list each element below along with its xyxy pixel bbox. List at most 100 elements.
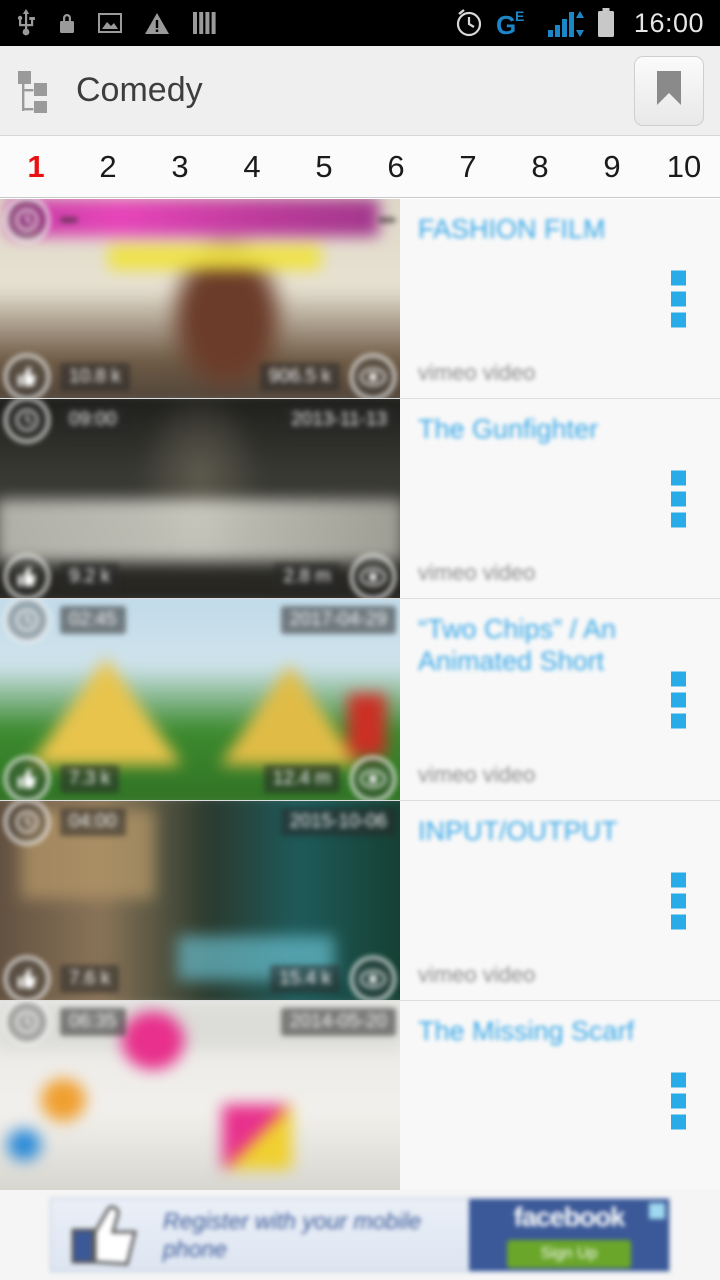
video-info[interactable]: “Two Chips” / An Animated Short vimeo vi… <box>400 599 720 800</box>
alarm-clock-icon <box>454 8 484 38</box>
video-date: 2015-10-06 <box>280 808 396 836</box>
page-button-3[interactable]: 3 <box>144 149 216 185</box>
action-bar: Comedy <box>0 46 720 136</box>
eye-icon <box>350 354 396 398</box>
list-item[interactable]: 02:45 2017-04-29 7.3 k 12.4 m “Two Chips… <box>0 599 720 801</box>
bookmark-button[interactable] <box>634 55 704 126</box>
video-thumbnail[interactable]: 04:00 2015-10-06 7.6 k 15.4 k <box>0 801 400 1000</box>
ad-content[interactable]: Register with your mobile phone <box>51 1199 469 1271</box>
page-button-6[interactable]: 6 <box>360 149 432 185</box>
thumbnail-top-overlay: 02:45 2017-04-29 <box>0 599 400 643</box>
video-list[interactable]: 10.8 k 906.5 k FASHION FILM vimeo video <box>0 199 720 1201</box>
thumbnail-bottom-overlay: 9.2 k 2.8 m <box>0 554 400 598</box>
page-title: Comedy <box>76 71 203 109</box>
facebook-ad[interactable]: Register with your mobile phone facebook… <box>50 1198 670 1272</box>
video-duration: 09:00 <box>60 406 126 434</box>
status-bar-clock: 16:00 <box>633 7 704 38</box>
signal-bars-icon <box>547 8 584 38</box>
list-item[interactable]: 06:35 2014-05-20 The Missing Scarf <box>0 1001 720 1201</box>
svg-text:E: E <box>515 8 524 24</box>
facebook-logo: facebook <box>513 1202 626 1232</box>
eye-icon <box>350 756 396 800</box>
video-source: vimeo video <box>418 762 536 787</box>
page-button-8[interactable]: 8 <box>504 149 576 185</box>
video-thumbnail[interactable]: 09:00 2013-11-13 9.2 k 2.8 m <box>0 399 400 598</box>
status-bar: G E 16:00 <box>0 0 720 46</box>
page-button-5[interactable]: 5 <box>288 149 360 185</box>
status-bar-right-icons: G E 16:00 <box>454 8 704 39</box>
thumbnail-bottom-overlay: 7.3 k 12.4 m <box>0 756 400 800</box>
thumbnail-bottom-overlay: 10.8 k 906.5 k <box>0 354 400 398</box>
thumbnail-bottom-overlay: 7.6 k 15.4 k <box>0 956 400 1000</box>
list-item[interactable]: 04:00 2015-10-06 7.6 k 15.4 k INPUT/OUTP… <box>0 801 720 1001</box>
video-title[interactable]: FASHION FILM <box>418 213 664 245</box>
thumbnail-top-overlay <box>0 199 400 243</box>
app-root: G E 16:00 Comedy 1 2 3 4 5 6 7 8 9 10 10… <box>0 0 720 1280</box>
video-likes: 7.3 k <box>60 765 120 793</box>
video-title[interactable]: The Gunfighter <box>418 413 664 445</box>
video-info[interactable]: The Gunfighter vimeo video <box>400 399 720 598</box>
thumbs-up-icon <box>4 354 50 398</box>
usb-icon <box>16 9 36 37</box>
overflow-menu-icon[interactable] <box>671 872 686 929</box>
list-item[interactable]: 09:00 2013-11-13 9.2 k 2.8 m The Gunfigh… <box>0 399 720 599</box>
video-title[interactable]: INPUT/OUTPUT <box>418 815 664 847</box>
video-duration: 06:35 <box>60 1008 126 1036</box>
clock-icon <box>4 199 50 243</box>
page-button-1[interactable]: 1 <box>0 149 72 185</box>
ad-close-icon[interactable] <box>649 1203 665 1219</box>
edge-network-icon: G E <box>496 8 536 38</box>
status-bar-left-icons <box>16 9 218 37</box>
thumbs-up-icon <box>4 756 50 800</box>
video-source: vimeo video <box>418 962 536 987</box>
ad-banner[interactable]: Register with your mobile phone facebook… <box>0 1190 720 1280</box>
video-title[interactable]: “Two Chips” / An Animated Short <box>418 613 664 677</box>
page-button-7[interactable]: 7 <box>432 149 504 185</box>
page-button-10[interactable]: 10 <box>648 149 720 185</box>
video-likes: 9.2 k <box>60 563 120 591</box>
clock-icon <box>4 599 50 643</box>
overflow-menu-icon[interactable] <box>671 470 686 527</box>
thumbnail-top-overlay: 09:00 2013-11-13 <box>0 399 400 443</box>
overflow-menu-icon[interactable] <box>671 270 686 327</box>
video-views: 15.4 k <box>270 965 340 993</box>
video-date: 2013-11-13 <box>282 406 396 434</box>
ad-headline: Register with your mobile phone <box>163 1208 422 1262</box>
video-views: 2.8 m <box>274 563 340 591</box>
page-button-9[interactable]: 9 <box>576 149 648 185</box>
video-title[interactable]: The Missing Scarf <box>418 1015 664 1047</box>
eye-icon <box>350 554 396 598</box>
clock-icon <box>4 801 50 845</box>
ad-cta[interactable]: facebook Sign Up <box>469 1199 669 1271</box>
signup-button[interactable]: Sign Up <box>506 1240 632 1268</box>
overflow-menu-icon[interactable] <box>671 671 686 728</box>
hierarchy-tree-icon <box>16 69 58 114</box>
thumbs-up-icon <box>69 1204 143 1266</box>
video-date: 2017-04-29 <box>280 606 396 634</box>
lock-icon <box>58 11 76 35</box>
video-info[interactable]: The Missing Scarf <box>400 1001 720 1200</box>
video-thumbnail[interactable]: 06:35 2014-05-20 <box>0 1001 400 1200</box>
thumbs-up-icon <box>4 956 50 1000</box>
bookmark-icon <box>654 69 684 112</box>
video-thumbnail[interactable]: 02:45 2017-04-29 7.3 k 12.4 m <box>0 599 400 800</box>
thumbnail-top-overlay: 04:00 2015-10-06 <box>0 801 400 845</box>
video-thumbnail[interactable]: 10.8 k 906.5 k <box>0 199 400 398</box>
list-item[interactable]: 10.8 k 906.5 k FASHION FILM vimeo video <box>0 199 720 399</box>
pagination-bar[interactable]: 1 2 3 4 5 6 7 8 9 10 <box>0 136 720 198</box>
battery-icon <box>596 8 616 38</box>
page-button-4[interactable]: 4 <box>216 149 288 185</box>
video-source: vimeo video <box>418 360 536 385</box>
svg-text:G: G <box>496 10 516 38</box>
video-likes: 10.8 k <box>60 363 130 391</box>
screenshot-image-icon <box>98 13 122 33</box>
overflow-menu-icon[interactable] <box>671 1072 686 1129</box>
clock-icon <box>4 399 50 443</box>
video-info[interactable]: INPUT/OUTPUT vimeo video <box>400 801 720 1000</box>
video-info[interactable]: FASHION FILM vimeo video <box>400 199 720 398</box>
eye-icon <box>350 956 396 1000</box>
bars-icon <box>192 11 218 35</box>
video-likes: 7.6 k <box>60 965 120 993</box>
page-button-2[interactable]: 2 <box>72 149 144 185</box>
video-date: 2014-05-20 <box>280 1008 396 1036</box>
